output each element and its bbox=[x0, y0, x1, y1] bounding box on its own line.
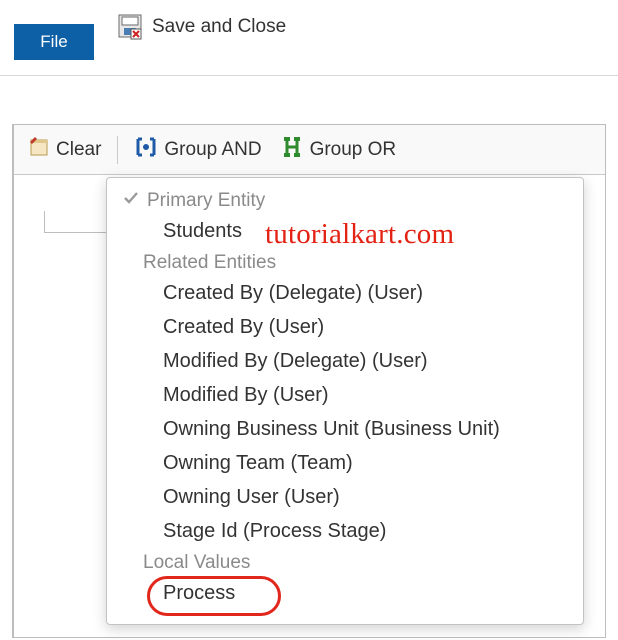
dropdown-item[interactable]: Owning Business Unit (Business Unit) bbox=[107, 412, 583, 446]
dropdown-item-label: Created By (Delegate) (User) bbox=[163, 282, 423, 304]
dropdown-section-primary: Primary Entity bbox=[107, 186, 583, 214]
dropdown-item-label: Owning Team (Team) bbox=[163, 452, 353, 474]
canvas: Primary Entity Students Related Entities… bbox=[14, 175, 605, 637]
dropdown-item-label: Stage Id (Process Stage) bbox=[163, 520, 386, 542]
dropdown-item-label: Owning User (User) bbox=[163, 486, 340, 508]
toolbar-separator bbox=[117, 136, 118, 164]
dropdown-item-label: Owning Business Unit (Business Unit) bbox=[163, 418, 500, 440]
dropdown-item[interactable]: Students bbox=[107, 214, 583, 248]
section-primary-label: Primary Entity bbox=[147, 190, 265, 212]
entity-dropdown: Primary Entity Students Related Entities… bbox=[106, 177, 584, 625]
dropdown-item-label: Students bbox=[163, 220, 242, 242]
toolbar: Clear Group AND Group bbox=[14, 125, 605, 175]
workspace: Clear Group AND Group bbox=[12, 124, 606, 638]
dropdown-item[interactable]: Owning User (User) bbox=[107, 480, 583, 514]
dropdown-item-label: Created By (User) bbox=[163, 316, 324, 338]
dropdown-item[interactable]: Created By (Delegate) (User) bbox=[107, 276, 583, 310]
dropdown-item[interactable]: Owning Team (Team) bbox=[107, 446, 583, 480]
dropdown-item[interactable]: Modified By (Delegate) (User) bbox=[107, 344, 583, 378]
dropdown-item-process[interactable]: Process bbox=[107, 576, 583, 610]
group-or-icon bbox=[280, 136, 304, 164]
dropdown-section-related: Related Entities bbox=[107, 248, 583, 276]
save-and-close-button[interactable]: Save and Close bbox=[118, 14, 286, 40]
dropdown-item[interactable]: Modified By (User) bbox=[107, 378, 583, 412]
check-icon bbox=[123, 190, 139, 212]
row-stub bbox=[44, 211, 106, 233]
ribbon: File Save and Close bbox=[0, 0, 618, 76]
section-related-label: Related Entities bbox=[143, 252, 276, 274]
file-tab[interactable]: File bbox=[14, 24, 94, 60]
clear-icon bbox=[28, 136, 50, 164]
group-or-label: Group OR bbox=[310, 139, 397, 161]
dropdown-item-label: Modified By (User) bbox=[163, 384, 329, 406]
save-close-label: Save and Close bbox=[152, 16, 286, 38]
dropdown-item-label: Modified By (Delegate) (User) bbox=[163, 350, 428, 372]
group-and-label: Group AND bbox=[164, 139, 261, 161]
file-tab-label: File bbox=[40, 32, 67, 51]
section-local-label: Local Values bbox=[143, 552, 250, 574]
group-and-icon bbox=[134, 136, 158, 164]
dropdown-item[interactable]: Created By (User) bbox=[107, 310, 583, 344]
dropdown-item-label: Process bbox=[163, 582, 235, 604]
save-close-icon bbox=[118, 14, 144, 40]
dropdown-item[interactable]: Stage Id (Process Stage) bbox=[107, 514, 583, 548]
group-or-button[interactable]: Group OR bbox=[274, 133, 403, 167]
clear-button[interactable]: Clear bbox=[22, 133, 107, 167]
clear-label: Clear bbox=[56, 139, 101, 161]
dropdown-section-local: Local Values bbox=[107, 548, 583, 576]
group-and-button[interactable]: Group AND bbox=[128, 133, 267, 167]
